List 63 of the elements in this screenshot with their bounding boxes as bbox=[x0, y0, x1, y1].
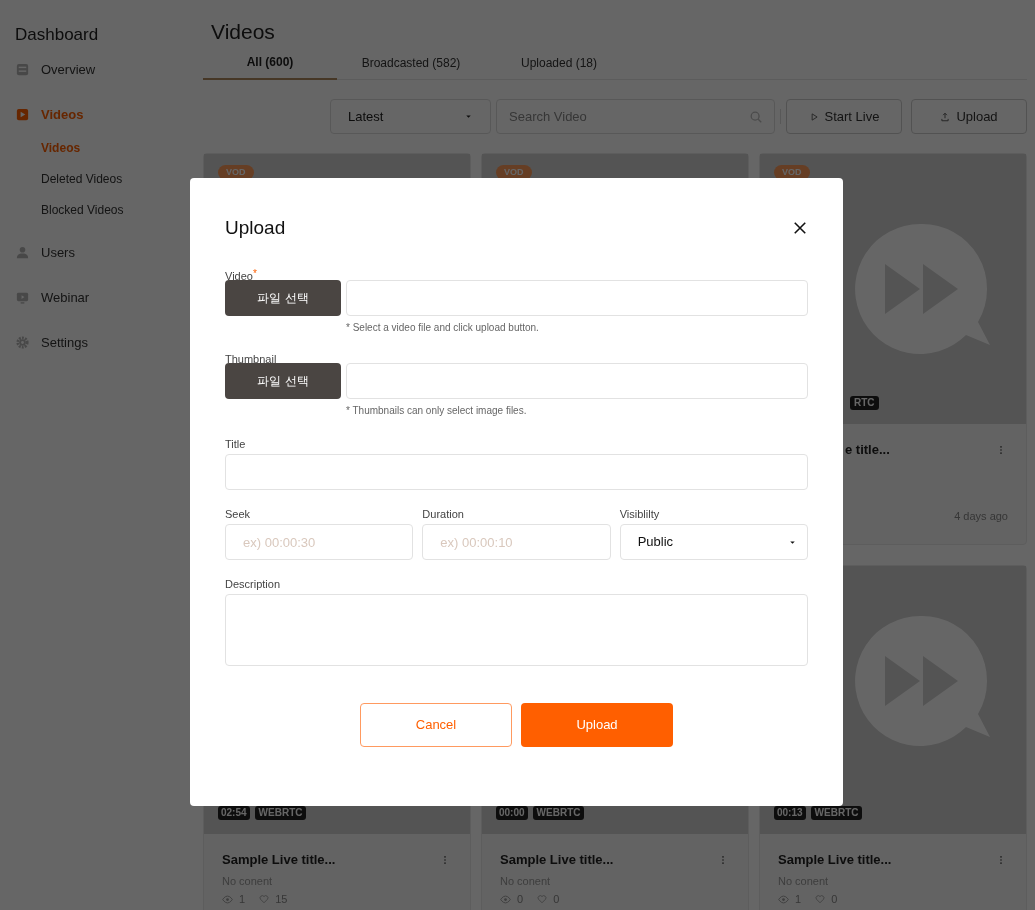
field-label: Duration bbox=[422, 507, 465, 521]
upload-icon bbox=[940, 111, 951, 122]
close-icon bbox=[793, 221, 807, 235]
tab[interactable]: All (600) bbox=[203, 45, 337, 80]
sort-select[interactable]: Latest bbox=[330, 99, 491, 134]
source-badge: WEBRTC bbox=[254, 806, 307, 820]
field-label: Description bbox=[225, 577, 282, 591]
dialog-title: Upload bbox=[225, 215, 286, 240]
duration-badge: 02:54 bbox=[218, 806, 250, 820]
duration-badge: 00:00 bbox=[496, 806, 528, 820]
sidebar-item[interactable]: Webinar bbox=[15, 287, 190, 308]
title-field[interactable] bbox=[225, 454, 808, 490]
upload-button[interactable]: Upload bbox=[911, 99, 1027, 134]
file-name-field[interactable] bbox=[346, 363, 808, 399]
source-badge: WEBRTC bbox=[810, 806, 863, 820]
eye-icon bbox=[778, 893, 789, 905]
sidebar-title: Dashboard bbox=[15, 24, 100, 46]
tab[interactable]: Broadcasted (582) bbox=[337, 45, 485, 80]
sidebar-subitem[interactable]: Videos bbox=[41, 138, 190, 156]
choose-file-button[interactable]: 파일 선택 bbox=[225, 280, 341, 316]
source-badge: WEBRTC bbox=[532, 806, 585, 820]
source-badge: RTC bbox=[850, 396, 879, 410]
sidebar-item[interactable]: Settings bbox=[15, 332, 190, 353]
caret-icon bbox=[464, 112, 473, 121]
field-label: Video bbox=[225, 270, 253, 283]
sidebar-item[interactable]: Users bbox=[15, 242, 190, 263]
time-field[interactable]: ex) 00:00:10 bbox=[422, 524, 611, 560]
video-title: Sample Live title... bbox=[778, 851, 892, 869]
field-hint: * Thumbnails can only select image files. bbox=[346, 405, 528, 417]
file-name-field[interactable] bbox=[346, 280, 808, 316]
search-icon bbox=[749, 110, 763, 124]
play-icon bbox=[15, 107, 30, 122]
description-field[interactable] bbox=[225, 594, 808, 666]
field-label: Thumbnail bbox=[225, 352, 277, 366]
sidebar-item[interactable]: Videos bbox=[15, 104, 190, 125]
required-mark: * bbox=[252, 269, 257, 279]
field-label: Title bbox=[225, 437, 247, 451]
choose-file-button[interactable]: 파일 선택 bbox=[225, 363, 341, 399]
field-label: Seek bbox=[225, 507, 252, 521]
time-field[interactable]: ex) 00:00:30 bbox=[225, 524, 414, 560]
tab[interactable]: Uploaded (18) bbox=[485, 45, 633, 80]
field-hint: * Select a video file and click upload button. bbox=[346, 322, 540, 334]
eye-icon bbox=[222, 893, 233, 905]
video-title: Sample Live title... bbox=[500, 851, 614, 869]
field-label: Visiblilty bbox=[619, 507, 661, 521]
submit-upload-button[interactable]: Upload bbox=[521, 703, 673, 747]
video-title: Sample Live title... bbox=[222, 851, 336, 869]
cancel-button[interactable]: Cancel bbox=[360, 703, 512, 747]
settings-icon bbox=[15, 335, 30, 350]
sidebar-subitem[interactable]: Blocked Videos bbox=[41, 200, 190, 218]
start-live-button[interactable]: Start Live bbox=[786, 99, 902, 134]
monitor-icon bbox=[15, 290, 30, 305]
video-title: e title... bbox=[845, 441, 890, 459]
sidebar-item[interactable]: Overview bbox=[15, 59, 190, 80]
play-icon bbox=[808, 111, 819, 122]
list-icon bbox=[15, 62, 30, 77]
sidebar-subitem[interactable]: Deleted Videos bbox=[41, 169, 190, 187]
user-icon bbox=[15, 245, 30, 260]
page-title: Videos bbox=[210, 19, 276, 45]
duration-badge: 00:13 bbox=[774, 806, 806, 820]
close-button[interactable] bbox=[793, 221, 807, 235]
visibility-select[interactable]: Public bbox=[619, 524, 808, 560]
eye-icon bbox=[500, 893, 511, 905]
